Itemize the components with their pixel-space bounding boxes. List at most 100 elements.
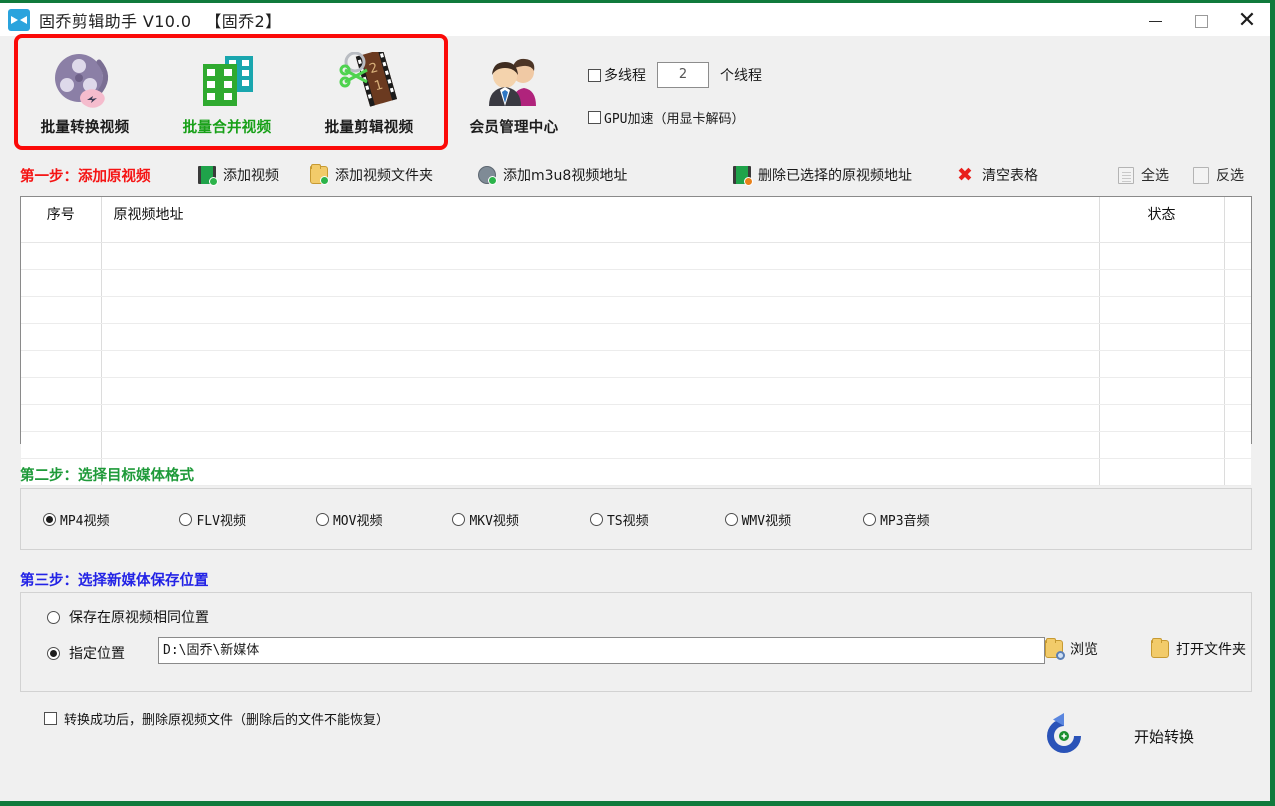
scissors-film-icon: 2 1 [310, 48, 428, 110]
delete-selected-button[interactable]: 删除已选择的原视频地址 [733, 160, 912, 190]
format-option-MP3音频[interactable]: MP3音频 [863, 510, 930, 529]
table-header-row: 序号 原视频地址 状态 [21, 197, 1251, 243]
format-radio[interactable] [43, 512, 56, 526]
clear-table-icon: ✖ [957, 164, 973, 186]
table-cell [101, 458, 1100, 486]
table-row[interactable] [21, 458, 1251, 486]
format-option-WMV视频[interactable]: WMV视频 [724, 510, 792, 529]
toolbar-options: 多线程 2 个线程 GPU加速（用显卡解码） [588, 60, 762, 144]
thread-count-input[interactable]: 2 [657, 62, 709, 88]
multithread-checkbox[interactable] [588, 68, 601, 82]
table-cell [101, 242, 1100, 270]
table-cell [1224, 431, 1251, 459]
toolbar-label-batch-merge: 批量合并视频 [182, 120, 272, 136]
select-all-button[interactable]: 全选 [1118, 160, 1169, 190]
add-m3u8-icon [478, 166, 497, 185]
video-list-table[interactable]: 序号 原视频地址 状态 [20, 196, 1252, 486]
column-header-status[interactable]: 状态 [1099, 197, 1225, 243]
format-radio-row: MP4视频 FLV视频 MOV视频 MKV视频 TS视频 WMV视频 MP3音频 [21, 489, 1251, 549]
format-option-TS视频[interactable]: TS视频 [589, 510, 649, 529]
close-icon: ✕ [1237, 8, 1257, 33]
table-cell [1099, 296, 1225, 324]
format-radio[interactable] [589, 512, 603, 526]
table-row[interactable] [21, 296, 1251, 324]
table-cell [1099, 242, 1225, 270]
table-body [21, 242, 1251, 486]
format-radio[interactable] [863, 512, 877, 526]
merge-video-icon [168, 48, 286, 110]
browse-button[interactable]: 浏览 [1045, 638, 1098, 660]
minimize-icon [1148, 20, 1162, 22]
column-header-path[interactable]: 原视频地址 [101, 197, 1100, 243]
save-same-location-radio[interactable] [47, 610, 60, 624]
format-option-MKV视频[interactable]: MKV视频 [452, 510, 519, 529]
start-convert-button[interactable]: 开始转换 [1040, 712, 1194, 760]
table-cell [1224, 323, 1251, 351]
table-cell [1224, 350, 1251, 378]
add-m3u8-label: 添加m3u8视频地址 [503, 168, 628, 184]
save-same-location-option[interactable]: 保存在原视频相同位置 [47, 607, 209, 627]
table-row[interactable] [21, 323, 1251, 351]
toolbar-button-batch-clip[interactable]: 2 1 批量剪辑视频 [310, 48, 428, 137]
invert-selection-label: 反选 [1216, 168, 1244, 184]
save-specify-location-label: 指定位置 [69, 646, 125, 662]
delete-after-convert-option[interactable]: 转换成功后，删除原视频文件（删除后的文件不能恢复） [44, 709, 389, 728]
table-cell [1099, 458, 1225, 486]
add-video-button[interactable]: 添加视频 [198, 160, 279, 190]
gpu-accel-label: GPU加速（用显卡解码） [604, 111, 745, 127]
format-option-label: MP3音频 [880, 513, 930, 529]
table-cell [21, 296, 102, 324]
table-cell [1099, 350, 1225, 378]
toolbar-button-member-center[interactable]: 会员管理中心 [455, 48, 573, 137]
multithread-option-row: 多线程 2 个线程 [588, 60, 762, 90]
save-path-input[interactable]: D:\固乔\新媒体 [158, 637, 1045, 664]
table-row[interactable] [21, 269, 1251, 297]
table-cell [1099, 377, 1225, 405]
add-video-folder-label: 添加视频文件夹 [335, 168, 433, 184]
refresh-convert-icon [1040, 712, 1088, 760]
format-option-MP4视频[interactable]: MP4视频 [43, 510, 109, 529]
delete-selected-label: 删除已选择的原视频地址 [758, 168, 912, 184]
delete-after-convert-checkbox[interactable] [44, 712, 57, 725]
table-cell [21, 431, 102, 459]
save-specify-location-option[interactable]: 指定位置 [47, 643, 125, 663]
save-same-location-label: 保存在原视频相同位置 [69, 610, 209, 626]
gpu-accel-checkbox[interactable] [588, 110, 601, 124]
open-folder-button[interactable]: 打开文件夹 [1151, 638, 1246, 659]
close-button[interactable]: ✕ [1224, 3, 1270, 39]
clear-table-label: 清空表格 [982, 168, 1038, 184]
toolbar-button-batch-merge[interactable]: 批量合并视频 [168, 48, 286, 137]
format-option-FLV视频[interactable]: FLV视频 [179, 510, 246, 529]
step1-title: 第一步：添加原视频 [20, 160, 151, 190]
table-row[interactable] [21, 404, 1251, 432]
table-cell [1099, 269, 1225, 297]
column-header-index[interactable]: 序号 [21, 197, 102, 243]
toolbar-label-batch-clip: 批量剪辑视频 [324, 120, 414, 136]
format-radio[interactable] [315, 512, 329, 526]
toolbar-label-member-center: 会员管理中心 [469, 120, 559, 136]
table-cell [1224, 404, 1251, 432]
members-icon [455, 48, 573, 110]
application-window: 固乔剪辑助手 V10.0 【固乔2】 ✕ 批量转换视频 批量合并视频 2 1 批… [0, 0, 1275, 806]
table-row[interactable] [21, 377, 1251, 405]
minimize-button[interactable] [1132, 3, 1178, 39]
maximize-button[interactable] [1178, 3, 1224, 39]
start-convert-label: 开始转换 [1134, 727, 1195, 746]
table-row[interactable] [21, 242, 1251, 270]
toolbar-button-batch-convert[interactable]: 批量转换视频 [26, 48, 144, 137]
invert-selection-button[interactable]: 反选 [1193, 160, 1244, 190]
add-video-folder-button[interactable]: 添加视频文件夹 [310, 160, 433, 190]
save-specify-location-radio[interactable] [47, 646, 60, 660]
add-m3u8-button[interactable]: 添加m3u8视频地址 [478, 160, 627, 190]
format-option-MOV视频[interactable]: MOV视频 [315, 510, 382, 529]
clear-table-button[interactable]: ✖ 清空表格 [957, 160, 1038, 190]
format-radio[interactable] [452, 512, 466, 526]
table-row[interactable] [21, 431, 1251, 459]
format-radio[interactable] [724, 512, 738, 526]
app-logo-icon [8, 8, 30, 31]
table-row[interactable] [21, 350, 1251, 378]
column-header-spacer [1224, 197, 1251, 243]
format-option-label: WMV视频 [741, 513, 792, 529]
format-radio[interactable] [179, 512, 193, 526]
table-cell [21, 323, 102, 351]
